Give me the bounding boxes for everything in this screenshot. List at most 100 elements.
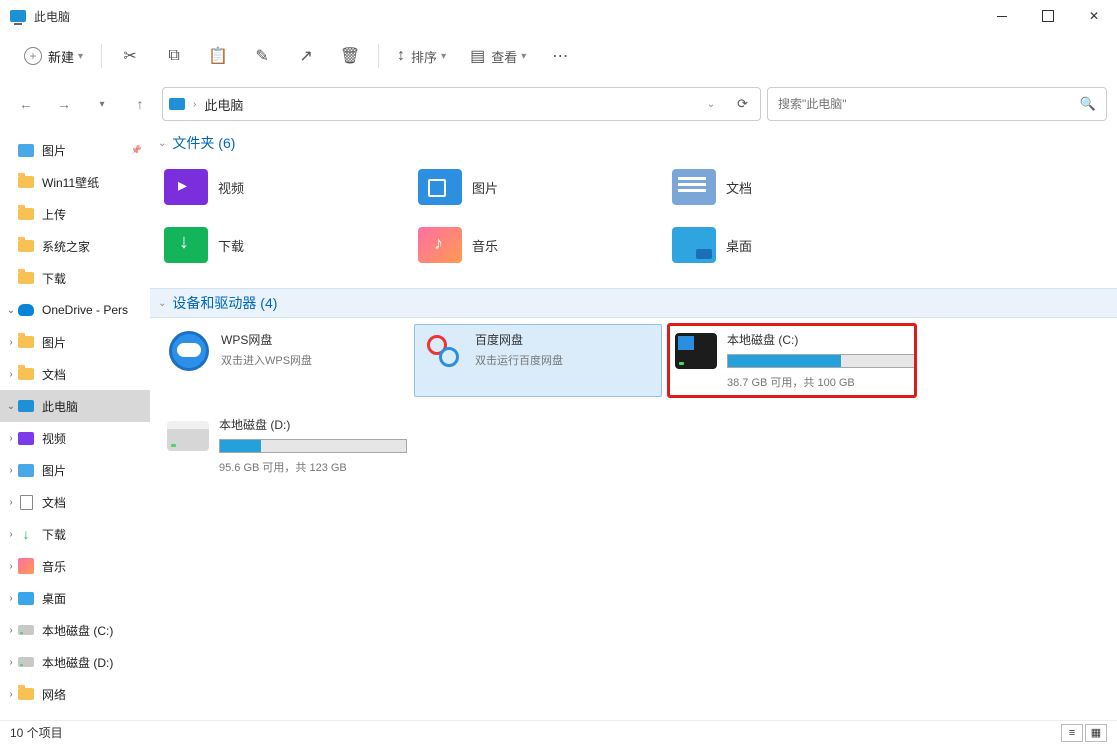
group-header-folders[interactable]: ⌄ 文件夹 (6) [150,128,1117,158]
folder-tile[interactable]: 下载 [160,222,410,268]
group-header-drives[interactable]: ⌄ 设备和驱动器 (4) [150,288,1117,318]
expand-arrow[interactable]: › [4,497,18,508]
sidebar-item[interactable]: 下载 [0,262,150,294]
sidebar-label: 系统之家 [42,238,90,255]
up-button[interactable]: ↑ [124,88,156,120]
expand-arrow[interactable]: ⌄ [4,305,18,316]
drive-info: 本地磁盘 (D:)95.6 GB 可用，共 123 GB [219,416,407,475]
expand-arrow[interactable]: › [4,433,18,444]
sidebar-item[interactable]: ⌄OneDrive - Pers [0,294,150,326]
folder-label: 桌面 [726,236,752,255]
sort-icon: ↕ [397,47,405,65]
folder-tile[interactable]: 桌面 [668,222,918,268]
sidebar-item[interactable]: 图片 [0,134,150,166]
copy-button[interactable]: ⧉ [154,38,194,74]
expand-arrow[interactable]: › [4,625,18,636]
folder-tile[interactable]: 图片 [414,164,664,210]
sidebar-item[interactable]: ›图片 [0,454,150,486]
maximize-button[interactable] [1025,0,1071,32]
breadcrumb-item[interactable]: 此电脑 [204,95,243,114]
vid-icon [18,430,34,446]
group-title: 设备和驱动器 (4) [172,293,277,313]
sidebar-item[interactable]: 上传 [0,198,150,230]
sort-button[interactable]: ↕ 排序 ▾ [387,38,456,74]
minimize-button[interactable] [979,0,1025,32]
folder-tile[interactable]: 音乐 [414,222,664,268]
expand-arrow[interactable]: › [4,561,18,572]
sidebar-item[interactable]: ›图片 [0,326,150,358]
sidebar-item[interactable]: 系统之家 [0,230,150,262]
drive-tile[interactable]: 本地磁盘 (D:)95.6 GB 可用，共 123 GB [160,409,408,482]
delete-button[interactable]: 🗑 [330,38,370,74]
sidebar-item[interactable]: Win11壁纸 [0,166,150,198]
sidebar-item[interactable]: › 本地磁盘 (C:) [0,614,150,646]
folder-label: 视频 [218,178,244,197]
details-view-button[interactable]: ≡ [1061,724,1083,742]
sidebar-item[interactable]: ›视频 [0,422,150,454]
baidu-icon [421,331,465,371]
expand-arrow[interactable]: › [4,657,18,668]
drive-tile[interactable]: 本地磁盘 (C:)38.7 GB 可用，共 100 GB [668,324,916,397]
status-bar: 10 个项目 ≡ ▦ [0,720,1117,744]
sidebar-item[interactable]: ›桌面 [0,582,150,614]
disk-icon [18,654,34,670]
sidebar-label: 文档 [42,366,66,383]
drive-tile[interactable]: 百度网盘双击运行百度网盘 [414,324,662,397]
cut-button[interactable]: ✂ [110,38,150,74]
sidebar-label: 本地磁盘 (C:) [42,622,113,639]
folder-icon [418,227,462,263]
expand-arrow[interactable]: › [4,529,18,540]
sidebar-item[interactable]: › 文档 [0,358,150,390]
expand-arrow[interactable]: › [4,465,18,476]
more-button[interactable]: ⋯ [540,38,580,74]
back-button[interactable]: ← [10,88,42,120]
cdrive-icon [675,331,717,371]
sidebar-label: 图片 [42,142,66,159]
down-icon: ↓ [18,526,34,542]
folder-icon [18,366,34,382]
tiles-view-button[interactable]: ▦ [1085,724,1107,742]
main-area: 图片Win11壁纸上传系统之家下载⌄OneDrive - Pers›图片›文档⌄… [0,128,1117,720]
drive-tile[interactable]: WPS网盘双击进入WPS网盘 [160,324,408,397]
history-dropdown[interactable]: ⌄ [699,99,723,110]
search-box[interactable]: 🔍 [767,87,1107,121]
content-pane: ⌄ 文件夹 (6) 视频 图片文档下载音乐 桌面 ⌄ 设备和驱动器 (4) WPS网… [150,128,1117,720]
refresh-button[interactable]: ⟳ [731,96,754,112]
expand-arrow[interactable]: › [4,337,18,348]
sidebar-label: 网络 [42,686,66,703]
chevron-down-icon: ▾ [521,51,526,62]
forward-button[interactable]: → [48,88,80,120]
folder-tile[interactable]: 视频 [160,164,410,210]
drive-info: 本地磁盘 (C:)38.7 GB 可用，共 100 GB [727,331,915,390]
rename-button[interactable]: ✎ [242,38,282,74]
pic-icon [18,462,34,478]
view-button[interactable]: ▤ 查看 ▾ [460,38,536,74]
search-input[interactable] [778,97,1080,111]
rename-icon: ✎ [255,46,268,66]
new-button[interactable]: + 新建 ▾ [14,38,93,74]
expand-arrow[interactable]: › [4,689,18,700]
expand-arrow[interactable]: › [4,369,18,380]
folder-icon [164,227,208,263]
folder-icon [418,169,462,205]
share-button[interactable]: ↗ [286,38,326,74]
sidebar-label: Win11壁纸 [42,174,99,191]
paste-button[interactable]: 📋 [198,38,238,74]
sidebar-item[interactable]: ›音乐 [0,550,150,582]
close-button[interactable] [1071,0,1117,32]
folder-icon [672,227,716,263]
sidebar-item[interactable]: › 网络 [0,678,150,710]
view-icon: ▤ [470,46,485,66]
folder-tile[interactable]: 文档 [668,164,918,210]
expand-arrow[interactable]: › [4,593,18,604]
drive-subtitle: 双击进入WPS网盘 [221,352,401,368]
address-bar[interactable]: › 此电脑 ⌄ ⟳ [162,87,761,121]
sidebar-item[interactable]: ⌄此电脑 [0,390,150,422]
sidebar-item[interactable]: ›↓下载 [0,518,150,550]
sidebar-item[interactable]: ›文档 [0,486,150,518]
chevron-right-icon: › [193,99,196,110]
folder-icon [18,334,34,350]
expand-arrow[interactable]: ⌄ [4,401,18,412]
recent-button[interactable]: ▾ [86,88,118,120]
sidebar-item[interactable]: ›本地磁盘 (D:) [0,646,150,678]
